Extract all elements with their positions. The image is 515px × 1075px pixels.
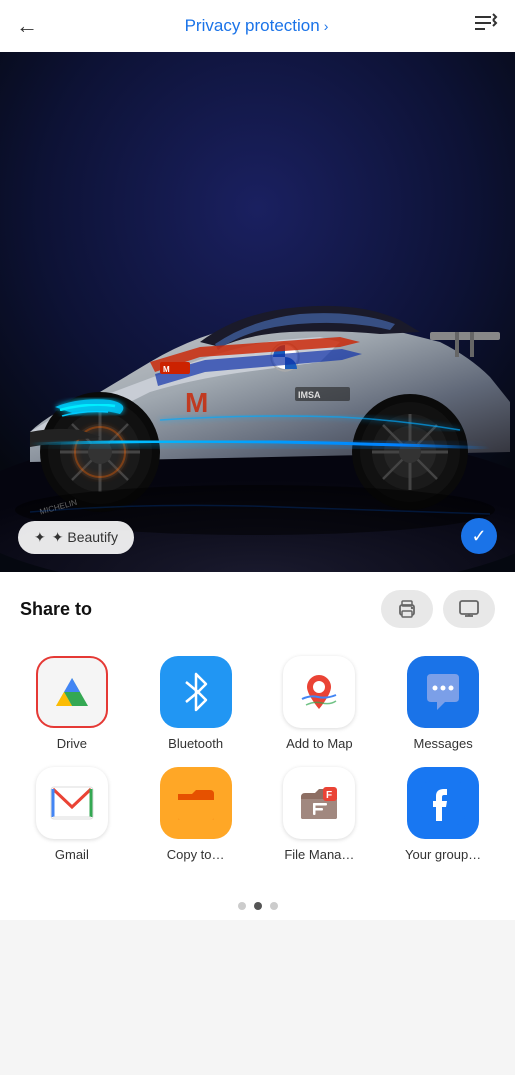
share-actions: [381, 590, 495, 628]
page-dots: [0, 888, 515, 920]
copyto-label: Copy to…: [167, 847, 225, 862]
app-filemanager[interactable]: F File Mana…: [264, 767, 374, 862]
maps-icon-wrap: [283, 656, 355, 728]
drive-icon-wrap: [36, 656, 108, 728]
beautify-label: ✦ Beautify: [52, 529, 118, 546]
app-gmail[interactable]: Gmail: [17, 767, 127, 862]
messages-label: Messages: [414, 736, 473, 751]
bluetooth-label: Bluetooth: [168, 736, 223, 751]
messages-icon-wrap: [407, 656, 479, 728]
dot-3[interactable]: [270, 902, 278, 910]
apps-row-1: Drive Bluetooth: [10, 656, 505, 751]
filter-icon[interactable]: [475, 13, 499, 39]
gmail-icon-wrap: [36, 767, 108, 839]
app-maps[interactable]: Add to Map: [264, 656, 374, 751]
beautify-icon: ✦: [34, 529, 46, 546]
facebook-label: Your group…: [405, 847, 481, 862]
dot-2[interactable]: [254, 902, 262, 910]
header: ← Privacy protection ›: [0, 0, 515, 52]
app-copyto[interactable]: Copy to…: [141, 767, 251, 862]
back-button[interactable]: ←: [16, 13, 38, 39]
maps-label: Add to Map: [286, 736, 353, 751]
header-title[interactable]: Privacy protection ›: [185, 16, 329, 36]
svg-text:IMSA: IMSA: [298, 390, 321, 400]
apps-row-2: Gmail Copy to…: [10, 767, 505, 862]
screen-cast-button[interactable]: [443, 590, 495, 628]
select-check[interactable]: ✓: [461, 518, 497, 554]
app-messages[interactable]: Messages: [388, 656, 498, 751]
print-button[interactable]: [381, 590, 433, 628]
svg-text:F: F: [326, 790, 332, 801]
bluetooth-icon-wrap: [160, 656, 232, 728]
share-section: Share to: [0, 572, 515, 638]
check-icon: ✓: [471, 526, 486, 547]
photo-preview: IMSA M MICHELIN: [0, 52, 515, 572]
chevron-right-icon: ›: [324, 18, 329, 34]
dot-1[interactable]: [238, 902, 246, 910]
files-icon-wrap: [160, 767, 232, 839]
drive-label: Drive: [57, 736, 87, 751]
fileman-icon-wrap: F: [283, 767, 355, 839]
facebook-icon-wrap: [407, 767, 479, 839]
beautify-button[interactable]: ✦ ✦ Beautify: [18, 521, 134, 554]
svg-text:M: M: [185, 387, 208, 418]
app-bluetooth[interactable]: Bluetooth: [141, 656, 251, 751]
privacy-protection-link[interactable]: Privacy protection: [185, 16, 320, 36]
apps-grid: Drive Bluetooth: [0, 638, 515, 888]
gmail-label: Gmail: [55, 847, 89, 862]
app-drive[interactable]: Drive: [17, 656, 127, 751]
app-facebook[interactable]: Your group…: [388, 767, 498, 862]
svg-text:M: M: [163, 365, 170, 374]
share-label: Share to: [20, 599, 92, 620]
fileman-label: File Mana…: [284, 847, 354, 862]
